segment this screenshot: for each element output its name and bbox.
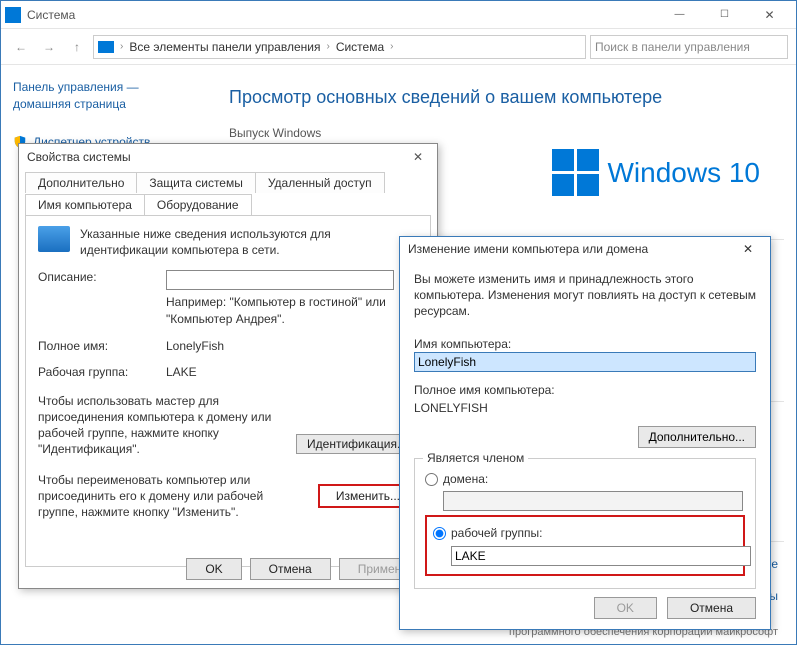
dialog-close-button[interactable] [734, 239, 762, 259]
search-placeholder: Поиск в панели управления [595, 40, 750, 54]
maximize-button[interactable] [702, 1, 747, 29]
dialog-button-bar: OK Отмена [594, 597, 756, 619]
nav-forward-button[interactable]: → [37, 35, 61, 59]
computer-name-input[interactable] [414, 352, 756, 372]
workgroup-radio-row[interactable]: рабочей группы: [433, 525, 737, 541]
ok-button[interactable]: OK [594, 597, 657, 619]
workgroup-radio[interactable] [433, 527, 446, 540]
fullname-value: LonelyFish [166, 339, 224, 353]
change-text: Чтобы переименовать компьютер или присое… [38, 472, 288, 521]
tab-advanced[interactable]: Дополнительно [25, 172, 137, 193]
dialog-title: Свойства системы [27, 150, 131, 164]
identify-text: Чтобы использовать мастер для присоедине… [38, 393, 288, 458]
dialog-titlebar[interactable]: Изменение имени компьютера или домена [400, 237, 770, 261]
nav-back-button[interactable]: ← [9, 35, 33, 59]
dialog-close-button[interactable] [407, 146, 429, 168]
intro-text: Вы можете изменить имя и принадлежность … [414, 271, 756, 320]
dialog-button-bar: OK Отмена Примени [186, 558, 427, 580]
full-name-label: Полное имя компьютера: [414, 382, 756, 398]
tab-computer-name[interactable]: Имя компьютера [25, 194, 145, 215]
panel-description: Указанные ниже сведения используются для… [80, 226, 418, 258]
cp-home-link[interactable]: Панель управления — домашняя страница [13, 79, 199, 113]
tab-row-bottom: Имя компьютера Оборудование [19, 194, 437, 215]
ok-button[interactable]: OK [186, 558, 241, 580]
domain-radio-row[interactable]: домена: [425, 471, 745, 487]
tab-hardware[interactable]: Оборудование [144, 194, 252, 215]
additional-button[interactable]: Дополнительно... [638, 426, 756, 448]
crumb-item[interactable]: Система [336, 40, 384, 54]
member-legend: Является членом [423, 450, 528, 466]
minimize-button[interactable] [657, 1, 702, 29]
workgroup-input[interactable] [451, 546, 751, 566]
workgroup-highlight: рабочей группы: [425, 515, 745, 575]
domain-label: домена: [443, 471, 488, 487]
cancel-button[interactable]: Отмена [667, 597, 756, 619]
tab-panel: Указанные ниже сведения используются для… [25, 215, 431, 567]
crumb-item[interactable]: Все элементы панели управления [129, 40, 320, 54]
workgroup-label: рабочей группы: [451, 525, 542, 541]
tab-remote[interactable]: Удаленный доступ [255, 172, 385, 193]
system-icon [5, 7, 21, 23]
tab-protection[interactable]: Защита системы [136, 172, 255, 193]
windows-logo: Windows 10 [552, 149, 760, 196]
workgroup-value: LAKE [166, 365, 197, 379]
domain-radio[interactable] [425, 473, 438, 486]
search-input[interactable]: Поиск в панели управления [590, 35, 788, 59]
page-heading: Просмотр основных сведений о вашем компь… [229, 87, 778, 108]
name-domain-dialog: Изменение имени компьютера или домена Вы… [399, 236, 771, 630]
cancel-button[interactable]: Отмена [250, 558, 331, 580]
window-title: Система [27, 8, 75, 22]
edition-label: Выпуск Windows [229, 126, 778, 140]
titlebar[interactable]: Система [1, 1, 796, 29]
windows-logo-icon [552, 149, 599, 196]
windows-logo-text: Windows 10 [607, 157, 760, 189]
fullname-label: Полное имя: [38, 339, 156, 353]
pc-icon [98, 41, 114, 53]
computer-name-label: Имя компьютера: [414, 336, 756, 352]
workgroup-label: Рабочая группа: [38, 365, 156, 379]
description-hint: Например: "Компьютер в гостиной" или "Ко… [166, 294, 418, 326]
member-group: Является членом домена: рабочей группы: [414, 458, 756, 588]
tab-row-top: Дополнительно Защита системы Удаленный д… [19, 172, 437, 193]
breadcrumb[interactable]: › Все элементы панели управления › Систе… [93, 35, 586, 59]
dialog-titlebar[interactable]: Свойства системы [19, 144, 437, 170]
dialog-title: Изменение имени компьютера или домена [408, 242, 648, 256]
nav-up-button[interactable]: ↑ [65, 35, 89, 59]
full-name-value: LONELYFISH [414, 400, 756, 416]
description-input[interactable] [166, 270, 394, 290]
description-label: Описание: [38, 270, 156, 284]
domain-input [443, 491, 743, 511]
computer-icon [38, 226, 70, 252]
toolbar: ← → ↑ › Все элементы панели управления ›… [1, 29, 796, 65]
system-properties-dialog: Свойства системы Дополнительно Защита си… [18, 143, 438, 589]
close-button[interactable] [747, 1, 792, 29]
